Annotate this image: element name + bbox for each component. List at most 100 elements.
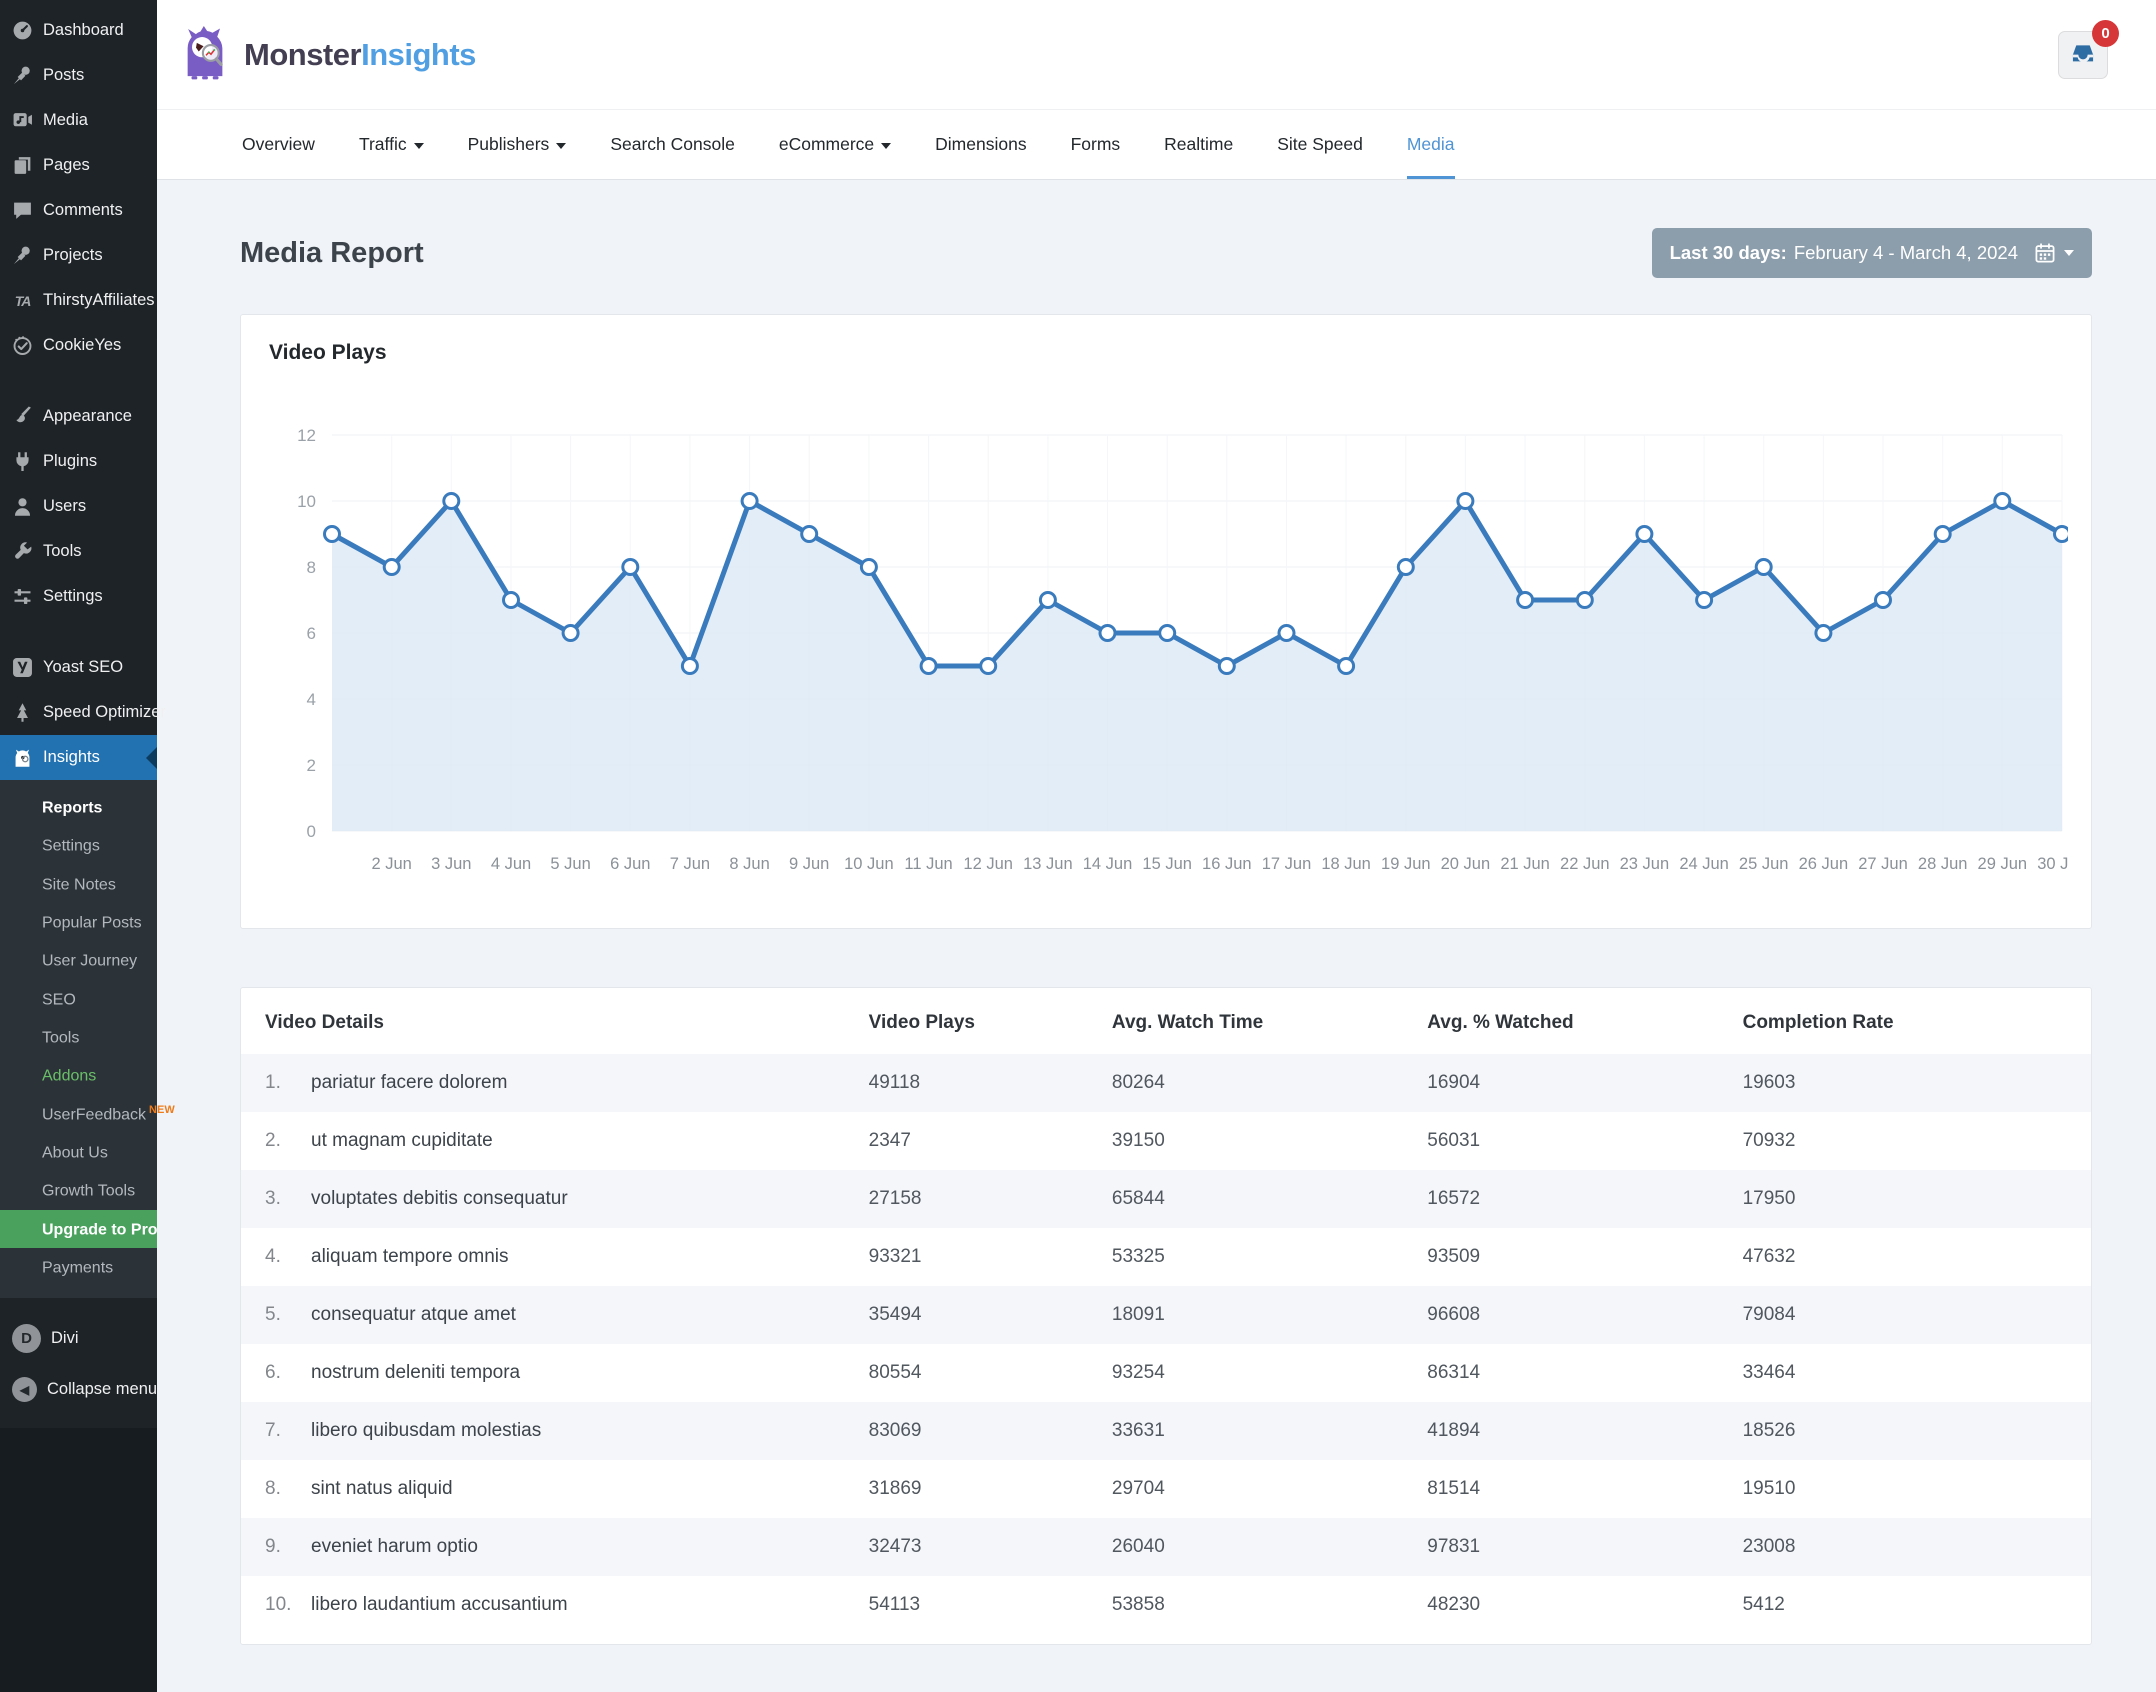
submenu-item-label: UserFeedback [42,1105,147,1123]
report-tab-label: Publishers [467,133,550,154]
table-row: 1. pariatur facere dolorem 49118 80264 1… [241,1054,2091,1112]
submenu-item[interactable]: Popular Posts [0,903,157,941]
sidebar-item[interactable]: Projects [0,233,157,278]
pct-watched-cell: 86314 [1427,1362,1481,1383]
notifications-inbox-button[interactable]: 0 [2058,19,2119,79]
sidebar-item[interactable]: TA ThirstyAffiliates [0,278,157,323]
svg-text:22 Jun: 22 Jun [1560,855,1610,873]
report-tab[interactable]: Overview [242,110,315,179]
sidebar-item[interactable]: Plugins [0,439,157,484]
svg-text:26 Jun: 26 Jun [1799,855,1849,873]
svg-text:14 Jun: 14 Jun [1083,855,1133,873]
row-rank: 8. [265,1478,281,1499]
table-row: 7. libero quibusdam molestias 83069 3363… [241,1402,2091,1460]
submenu-item[interactable]: Settings [0,826,157,864]
watch-time-cell: 33631 [1111,1420,1165,1441]
video-plays-cell: 32473 [868,1536,922,1557]
video-name: libero laudantium accusantium [311,1594,568,1615]
sidebar-item[interactable]: Dashboard [0,8,157,53]
table-body: 1. pariatur facere dolorem 49118 80264 1… [241,1054,2091,1634]
video-plays-cell: 31869 [868,1478,922,1499]
svg-text:10 Jun: 10 Jun [844,855,894,873]
completion-rate-cell: 79084 [1742,1304,1796,1325]
submenu-item[interactable]: User Journey [0,941,157,979]
sidebar-item[interactable]: CookieYes [0,323,157,368]
sidebar-item-icon [12,110,33,131]
report-tab-label: Realtime [1164,133,1234,154]
sidebar-item-label: Posts [43,66,85,84]
sidebar-item[interactable]: Settings [0,574,157,619]
completion-rate-cell: 70932 [1742,1130,1796,1151]
report-tab-label: Overview [242,133,315,154]
pct-watched-cell: 56031 [1427,1130,1481,1151]
date-range-picker[interactable]: Last 30 days: February 4 - March 4, 2024 [1651,228,2092,278]
submenu-item[interactable]: Reports [0,788,157,826]
table-row: 10. libero laudantium accusantium 54113 … [241,1576,2091,1634]
sidebar-item[interactable]: Users [0,484,157,529]
sidebar-item-icon [12,200,33,221]
report-tab-label: Search Console [610,133,735,154]
svg-text:20 Jun: 20 Jun [1441,855,1491,873]
row-rank: 2. [265,1130,281,1151]
completion-rate-cell: 19510 [1742,1478,1796,1499]
video-name: eveniet harum optio [311,1536,478,1557]
report-tab[interactable]: Traffic [359,110,424,179]
submenu-item[interactable]: Site Notes [0,865,157,903]
sidebar-item[interactable]: Pages [0,143,157,188]
submenu-item[interactable]: Payments [0,1248,157,1286]
submenu-item[interactable]: Growth Tools [0,1171,157,1209]
report-tab-label: Site Speed [1277,133,1363,154]
sidebar-item[interactable]: Speed Optimizer [0,690,166,735]
submenu-item[interactable]: Addons [0,1056,157,1094]
sidebar-item[interactable]: Tools [0,529,157,574]
sidebar-item[interactable]: Appearance [0,394,157,439]
report-tab[interactable]: Search Console [610,110,735,179]
watch-time-cell: 26040 [1111,1536,1165,1557]
pct-watched-cell: 16904 [1427,1072,1481,1093]
sidebar-item[interactable]: Media [0,98,157,143]
report-tab[interactable]: Forms [1071,110,1121,179]
sidebar-item[interactable]: Yoast SEO [0,645,157,690]
pct-watched-cell: 97831 [1427,1536,1481,1557]
submenu-item[interactable]: Upgrade to Pro [0,1209,158,1248]
submenu-item[interactable]: About Us [0,1133,157,1171]
sidebar-item-label: Plugins [43,452,98,470]
svg-text:19 Jun: 19 Jun [1381,855,1431,873]
sidebar-item[interactable]: Comments [0,188,157,233]
row-rank: 4. [265,1246,281,1267]
sidebar-item-divi[interactable]: D Divi [0,1312,157,1365]
sidebar-item[interactable]: Insights [0,735,157,780]
report-tab[interactable]: Media [1406,110,1455,179]
report-tab[interactable]: Publishers [468,110,567,179]
video-details-card: Video Details Video Plays Avg. Watch Tim… [240,987,2092,1645]
submenu-item[interactable]: SEO [0,980,157,1018]
submenu-item-label: Reports [42,799,103,817]
submenu-item[interactable]: Tools [0,1018,157,1056]
report-tab-label: Forms [1070,133,1121,154]
report-tab[interactable]: Site Speed [1277,110,1363,179]
row-rank: 6. [265,1362,281,1383]
svg-text:0: 0 [307,822,316,841]
report-tab[interactable]: Realtime [1164,110,1233,179]
svg-text:9 Jun: 9 Jun [789,855,829,873]
svg-text:5 Jun: 5 Jun [550,855,590,873]
submenu-item-label: SEO [42,990,76,1008]
svg-text:8 Jun: 8 Jun [729,855,769,873]
submenu-item-label: User Journey [42,952,138,970]
video-name: consequatur atque amet [311,1304,516,1325]
submenu-item[interactable]: UserFeedback NEW [0,1095,175,1133]
report-tab[interactable]: eCommerce [779,110,892,179]
svg-text:6: 6 [307,624,316,643]
report-content: Media Report Last 30 days: February 4 - … [157,180,2156,1645]
collapse-menu-button[interactable]: ◀ Collapse menu [0,1365,157,1414]
svg-text:23 Jun: 23 Jun [1620,855,1670,873]
sidebar-item[interactable]: Posts [0,53,157,98]
svg-text:21 Jun: 21 Jun [1500,855,1550,873]
video-plays-cell: 83069 [868,1420,922,1441]
video-plays-card: Video Plays 0 2 4 6 8 10 12 2 Jun 3 Jun 4 Jun 5 Ju… [240,314,2092,929]
report-tab[interactable]: Dimensions [935,110,1026,179]
submenu-item-label: Site Notes [42,875,116,893]
watch-time-cell: 93254 [1111,1362,1165,1383]
insights-submenu: Reports Settings Site Notes Popular Post… [0,780,175,1299]
report-tabs: Overview Traffic Publishers Search Conso… [157,110,2156,180]
